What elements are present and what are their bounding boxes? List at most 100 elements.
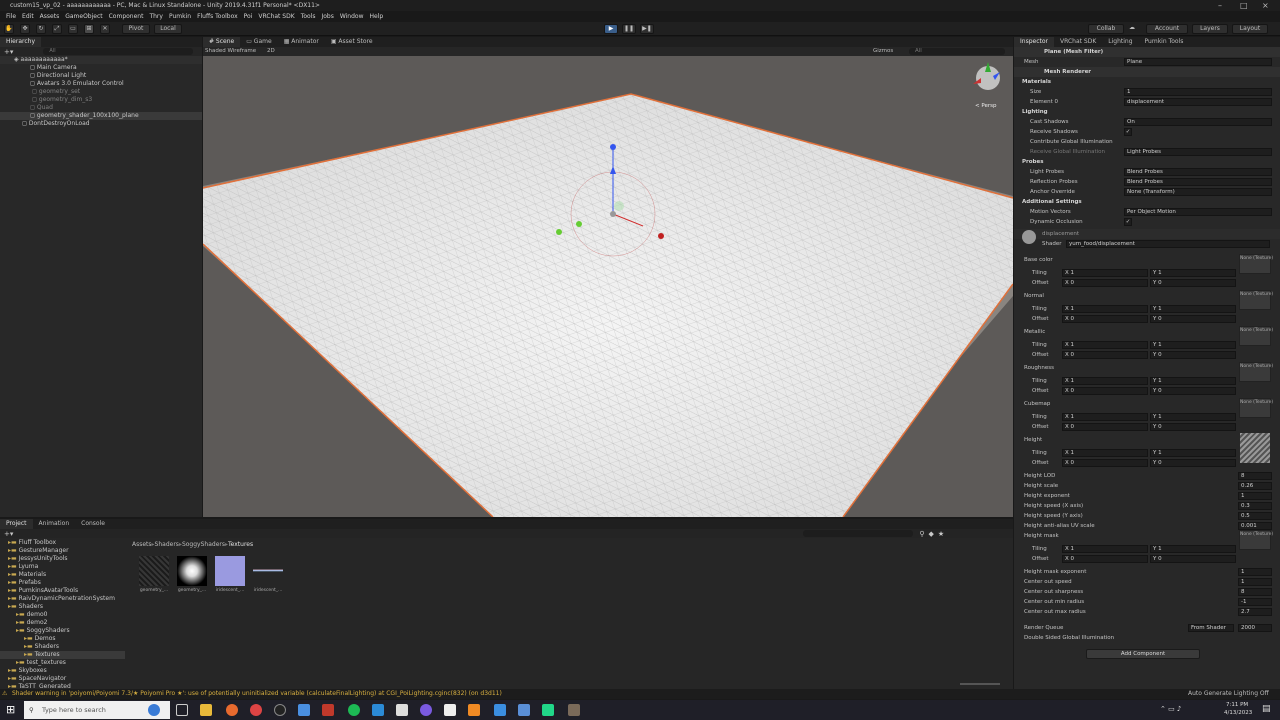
material-element-field-value[interactable]: displacement [1124, 98, 1272, 106]
unity-hub-icon[interactable] [396, 704, 408, 716]
hierarchy-item[interactable]: ◻ DontDestroyOnLoad [0, 120, 202, 128]
menu-item-jobs[interactable]: Jobs [321, 13, 333, 20]
offset-y-field[interactable]: Y 0 [1150, 387, 1236, 395]
tab-vrchat-sdk[interactable]: VRChat SDK [1054, 37, 1102, 47]
tab-game[interactable]: ▭ Game [240, 37, 277, 47]
folder-item[interactable]: ▸▬ test_textures [0, 659, 125, 667]
tab-animation[interactable]: Animation [33, 519, 76, 529]
cast-shadows-dropdown-value[interactable]: On [1124, 118, 1272, 126]
rect-tool-icon[interactable]: ▭ [68, 24, 78, 34]
asset-thumbnail-iridescent-2[interactable] [253, 556, 283, 586]
folder-item[interactable]: ▸▬ PumkinsAvatarTools [0, 587, 125, 595]
app-icon-arrow[interactable] [518, 704, 530, 716]
menu-item-poi[interactable]: Poi [244, 13, 253, 20]
app-icon-misc[interactable] [568, 704, 580, 716]
add-icon[interactable]: +▾ [4, 48, 13, 56]
auto-lighting-status[interactable]: Auto Generate Lighting Off [1188, 689, 1269, 699]
property-field-value[interactable]: 8 [1238, 588, 1272, 596]
tiling-y-field[interactable]: Y 1 [1150, 377, 1236, 385]
tab-console[interactable]: Console [75, 519, 111, 529]
unity-icon[interactable] [444, 704, 456, 716]
property-field-value[interactable]: 8 [1238, 472, 1272, 480]
tiling-y-field[interactable]: Y 1 [1150, 341, 1236, 349]
blender-icon[interactable] [468, 704, 480, 716]
dynamic-occlusion-toggle-checkbox[interactable]: ✓ [1124, 218, 1132, 226]
offset-y-field[interactable]: Y 0 [1150, 351, 1236, 359]
offset-x-field[interactable]: X 0 [1062, 279, 1148, 287]
offset-y-field[interactable]: Y 0 [1150, 423, 1236, 431]
folder-item[interactable]: ▸▬ SoggyShaders [0, 627, 125, 635]
hierarchy-scene-row[interactable]: ◈ aaaaaaaaaaaa* [0, 56, 202, 64]
tab-inspector[interactable]: Inspector [1014, 37, 1054, 47]
pycharm-icon[interactable] [542, 704, 554, 716]
maximize-icon[interactable]: □ [1240, 0, 1248, 11]
asset-thumbnail-iridescent-1[interactable] [215, 556, 245, 586]
menu-item-thry[interactable]: Thry [149, 13, 163, 20]
property-field-value[interactable]: -1 [1238, 598, 1272, 606]
mesh-renderer-header-label[interactable]: Mesh Renderer [1044, 67, 1091, 77]
firefox-icon[interactable] [226, 704, 238, 716]
folder-item[interactable]: ▸▬ Shaders [0, 643, 125, 651]
menu-item-help[interactable]: Help [370, 13, 384, 20]
hierarchy-item[interactable]: ◻ geometry_shader_100x100_plane [0, 112, 202, 120]
render-queue-field-value[interactable]: 2000 [1238, 624, 1272, 632]
offset-y-field[interactable]: Y 0 [1150, 555, 1236, 563]
tab-project[interactable]: Project [0, 519, 33, 529]
scene-search-input[interactable]: All [909, 48, 1005, 55]
offset-y-field[interactable]: Y 0 [1150, 459, 1236, 467]
breadcrumb-item[interactable]: SoggyShaders [182, 541, 225, 548]
additional-settings-foldout-label[interactable]: Additional Settings [1022, 197, 1082, 207]
filter-icon[interactable]: ⚲ [919, 530, 924, 538]
tiling-x-field[interactable]: X 1 [1062, 269, 1148, 277]
transform-tool-icon[interactable]: ⊞ [84, 24, 94, 34]
lighting-foldout-label[interactable]: Lighting [1022, 107, 1048, 117]
tiling-x-field[interactable]: X 1 [1062, 377, 1148, 385]
cloud-icon[interactable]: ☁ [1128, 24, 1136, 34]
menu-item-file[interactable]: File [6, 13, 16, 20]
minimize-icon[interactable]: – [1218, 0, 1222, 11]
rotate-tool-icon[interactable]: ↻ [36, 24, 46, 34]
tiling-y-field[interactable]: Y 1 [1150, 305, 1236, 313]
thumbnail-size-slider[interactable] [960, 683, 1000, 685]
clock-date[interactable]: 4/13/2023 [1224, 710, 1252, 716]
windows-start-icon[interactable]: ⊞ [6, 703, 15, 716]
menu-item-component[interactable]: Component [109, 13, 144, 20]
collab-button[interactable]: Collab [1088, 24, 1124, 34]
hierarchy-item[interactable]: ◻ Directional Light [0, 72, 202, 80]
scene-orientation-gizmo[interactable] [973, 62, 1000, 90]
tab-asset-store[interactable]: ▣ Asset Store [325, 37, 379, 47]
menu-item-fluffs-toolbox[interactable]: Fluffs Toolbox [197, 13, 238, 20]
probes-foldout-label[interactable]: Probes [1022, 157, 1043, 167]
tiling-x-field[interactable]: X 1 [1062, 545, 1148, 553]
property-field-value[interactable]: 1 [1238, 568, 1272, 576]
vscode-icon[interactable] [372, 704, 384, 716]
pivot-button[interactable]: Pivot [122, 24, 150, 34]
scene-viewport[interactable]: < Persp [203, 56, 1013, 517]
property-field-value[interactable]: 0.26 [1238, 482, 1272, 490]
tiling-x-field[interactable]: X 1 [1062, 449, 1148, 457]
hierarchy-item[interactable]: ◻ Main Camera [0, 64, 202, 72]
spotify-icon[interactable] [348, 704, 360, 716]
tiling-x-field[interactable]: X 1 [1062, 341, 1148, 349]
tab-scene[interactable]: # Scene [203, 37, 241, 47]
folder-item[interactable]: ▸▬ demo0 [0, 611, 125, 619]
menu-item-window[interactable]: Window [340, 13, 364, 20]
folder-item[interactable]: ▸▬ Prefabs [0, 579, 125, 587]
folder-item[interactable]: ▸▬ Demos [0, 635, 125, 643]
tiling-y-field[interactable]: Y 1 [1150, 413, 1236, 421]
asset-thumbnail-gradient[interactable] [177, 556, 207, 586]
app-icon-pen[interactable] [494, 704, 506, 716]
menu-item-edit[interactable]: Edit [22, 13, 34, 20]
tab-hierarchy[interactable]: Hierarchy [0, 37, 42, 47]
render-queue-mode-dropdown[interactable]: From Shader [1188, 624, 1234, 632]
receive-shadows-toggle-checkbox[interactable]: ✓ [1124, 128, 1132, 136]
breadcrumb-item[interactable]: Assets [132, 541, 152, 548]
offset-x-field[interactable]: X 0 [1062, 351, 1148, 359]
project-add-icon[interactable]: +▾ [4, 530, 13, 538]
hand-tool-icon[interactable]: ✋ [4, 24, 14, 34]
hierarchy-search-input[interactable]: All [43, 48, 194, 55]
menu-item-assets[interactable]: Assets [40, 13, 60, 20]
property-field-value[interactable]: 0.001 [1238, 522, 1272, 530]
file-explorer-icon[interactable] [200, 704, 212, 716]
tab-lighting[interactable]: Lighting [1102, 37, 1138, 47]
